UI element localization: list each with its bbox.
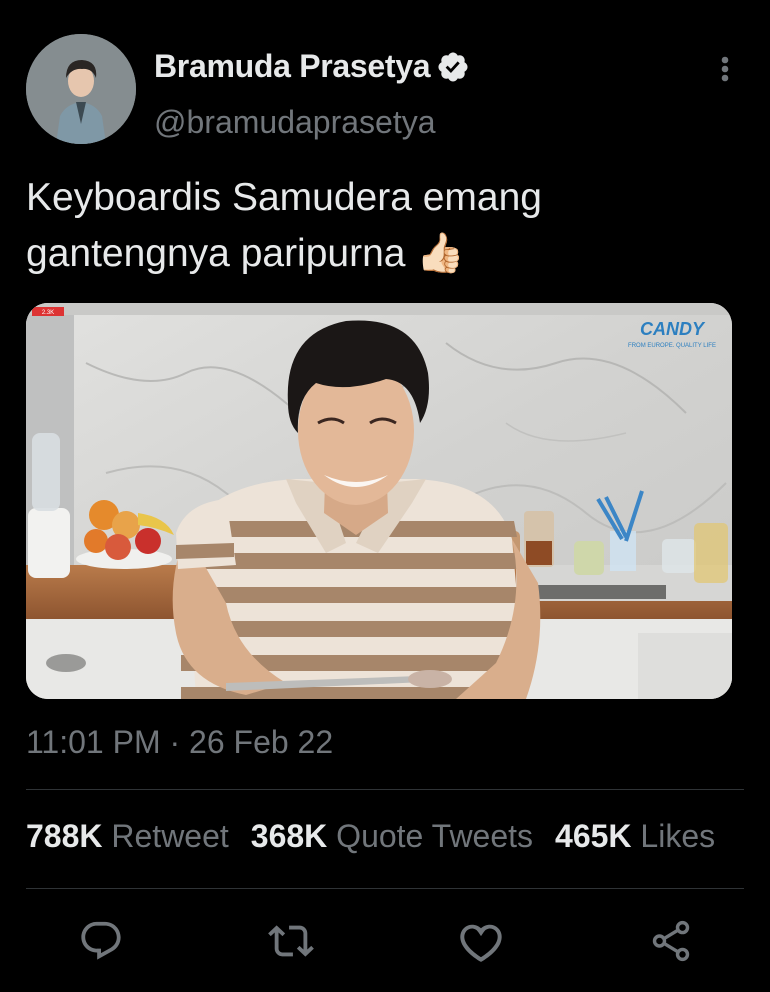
retweets-stat[interactable]: 788K Retweet [26, 818, 229, 854]
verified-badge-icon [438, 51, 468, 82]
brand-tagline: FROM EUROPE. QUALITY LIFE [628, 343, 716, 349]
engagement-stats: 788K Retweet 368K Quote Tweets 465K Likes [26, 818, 715, 855]
share-icon [652, 920, 690, 962]
user-handle[interactable]: @bramudaprasetya [154, 104, 436, 141]
retweets-label: Retweet [111, 818, 229, 854]
quotes-label: Quote Tweets [336, 818, 534, 854]
retweets-count: 788K [26, 818, 103, 854]
quotes-stat[interactable]: 368K Quote Tweets [251, 818, 533, 854]
avatar-image [26, 34, 136, 144]
brand-watermark: CANDY [640, 319, 706, 339]
avatar[interactable] [26, 34, 136, 144]
divider [26, 888, 744, 889]
reply-icon [81, 921, 121, 960]
tweet-text: Keyboardis Samudera emang gantengnya par… [26, 176, 542, 275]
like-button[interactable] [458, 918, 504, 964]
reply-button[interactable] [78, 918, 124, 964]
display-name[interactable]: Bramuda Prasetya [154, 48, 431, 85]
share-button[interactable] [648, 918, 694, 964]
retweet-button[interactable] [268, 918, 314, 964]
tweet-media-image[interactable]: CANDY FROM EUROPE. QUALITY LIFE 2.3K [26, 303, 732, 699]
retweet-icon [268, 925, 314, 957]
more-options-button[interactable] [708, 52, 742, 86]
likes-stat[interactable]: 465K Likes [555, 818, 715, 854]
like-icon [460, 924, 502, 962]
likes-label: Likes [640, 818, 716, 854]
likes-count: 465K [555, 818, 632, 854]
divider [26, 789, 744, 790]
video-frame-illustration: CANDY FROM EUROPE. QUALITY LIFE 2.3K [26, 303, 732, 699]
live-badge-count: 2.3K [42, 310, 54, 316]
quotes-count: 368K [250, 818, 328, 854]
tweet-timestamp[interactable]: 11:01 PM · 26 Feb 22 [26, 724, 333, 761]
more-options-icon [721, 56, 729, 82]
